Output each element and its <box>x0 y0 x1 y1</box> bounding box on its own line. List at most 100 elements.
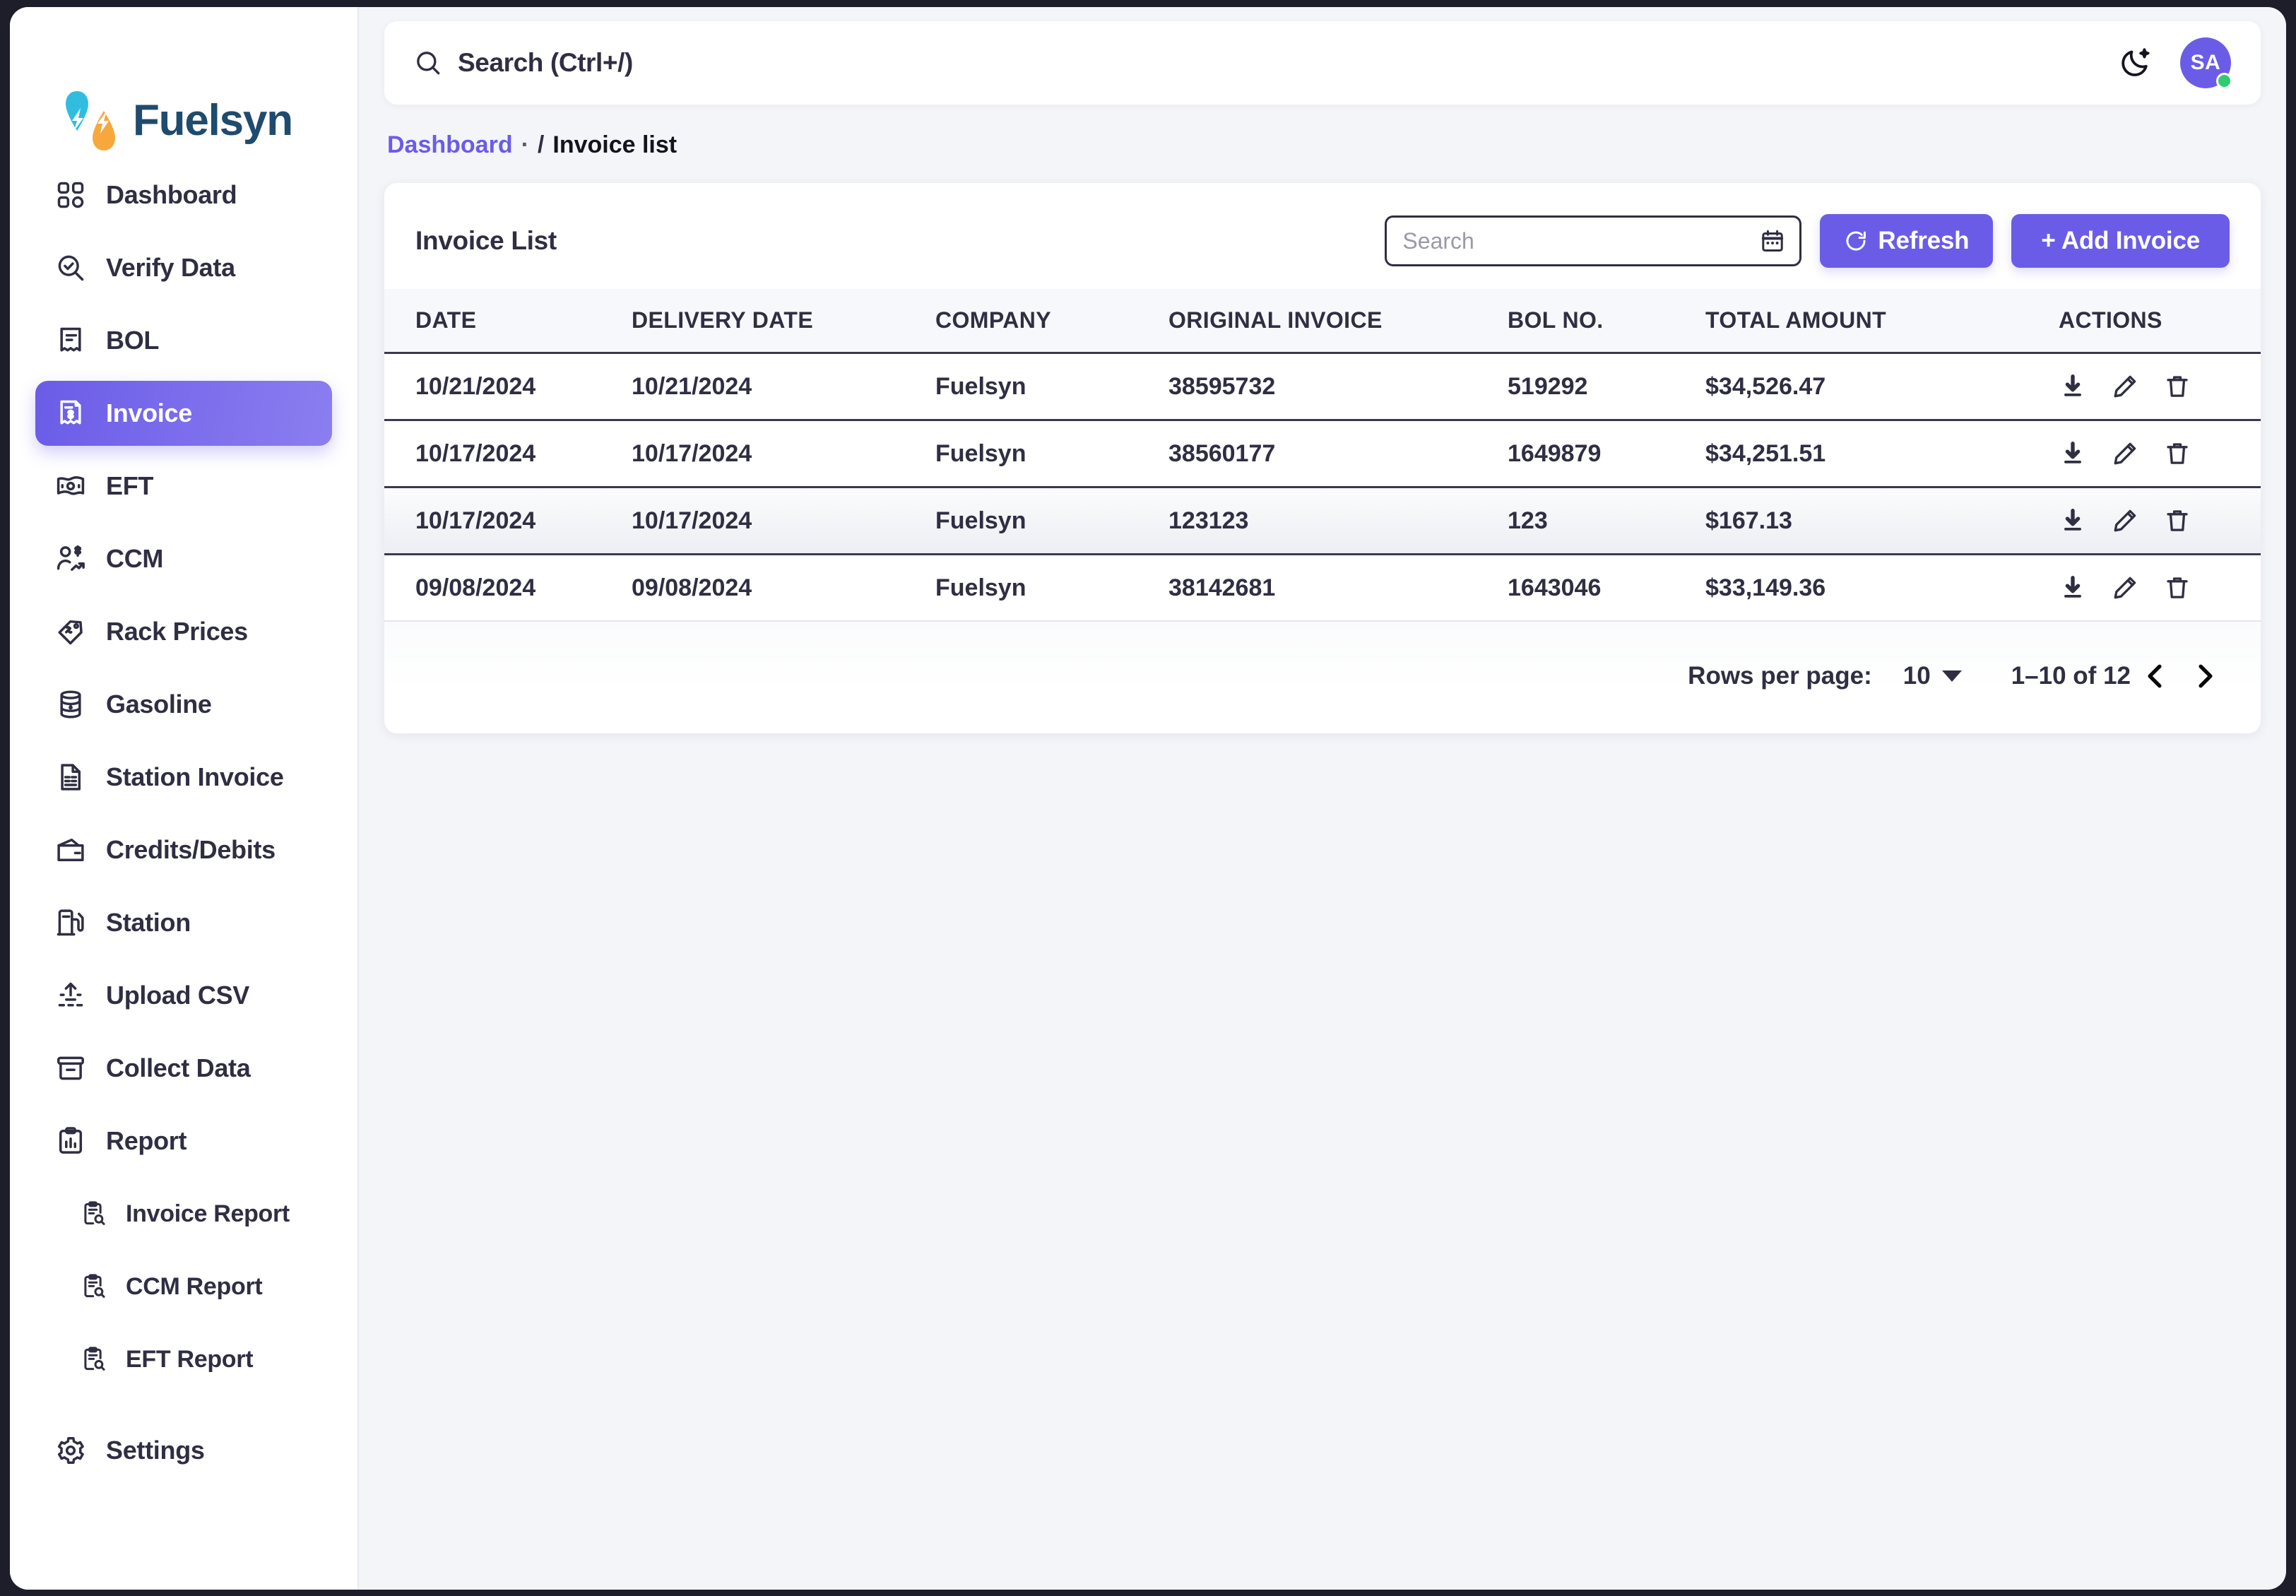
column-header-date[interactable]: DATE <box>384 289 632 354</box>
table-search-input[interactable]: Search <box>1385 215 1802 266</box>
sidebar-item-label: Credits/Debits <box>106 835 276 864</box>
cell-original-invoice: 38595732 <box>1168 353 1508 421</box>
column-header-bol-no[interactable]: BOL NO. <box>1508 289 1705 354</box>
clipboard-search-icon <box>79 1345 107 1373</box>
edit-icon[interactable] <box>2111 574 2139 602</box>
table-header: DATE DELIVERY DATE COMPANY ORIGINAL INVO… <box>384 289 2261 354</box>
sidebar-item-invoice-report[interactable]: Invoice Report <box>35 1181 332 1246</box>
avatar[interactable]: SA <box>2180 37 2232 89</box>
top-bar-actions: SA <box>2117 37 2232 89</box>
download-icon[interactable] <box>2059 574 2087 602</box>
sidebar-item-dashboard[interactable]: Dashboard <box>35 162 332 227</box>
delete-icon[interactable] <box>2163 574 2191 602</box>
column-header-total-amount[interactable]: TOTAL AMOUNT <box>1705 289 2059 354</box>
sidebar-item-gasoline[interactable]: Gasoline <box>35 672 332 737</box>
cell-company: Fuelsyn <box>935 353 1168 421</box>
brand-logo[interactable]: Fuelsyn <box>10 7 357 158</box>
breadcrumb: Dashboard · / Invoice list <box>384 105 2261 183</box>
column-header-original-invoice[interactable]: ORIGINAL INVOICE <box>1168 289 1508 354</box>
sidebar-item-label: Station Invoice <box>106 762 284 791</box>
sidebar-item-station[interactable]: Station <box>35 890 332 955</box>
sidebar-item-settings[interactable]: Settings <box>35 1418 332 1483</box>
delete-icon[interactable] <box>2163 372 2191 401</box>
cell-actions <box>2059 353 2261 421</box>
cell-actions <box>2059 420 2261 488</box>
cell-date: 10/17/2024 <box>384 420 632 488</box>
add-invoice-button[interactable]: + Add Invoice <box>2011 214 2230 268</box>
search-icon <box>414 49 442 77</box>
fuelsyn-logo-icon <box>65 90 117 152</box>
sidebar-item-label: Collect Data <box>106 1053 251 1082</box>
sidebar-item-verify-data[interactable]: Verify Data <box>35 235 332 300</box>
column-header-company[interactable]: COMPANY <box>935 289 1168 354</box>
table-header-row: DATE DELIVERY DATE COMPANY ORIGINAL INVO… <box>384 289 2261 354</box>
sidebar-item-ccm-report[interactable]: CCM Report <box>35 1254 332 1319</box>
delete-icon[interactable] <box>2163 439 2191 468</box>
sidebar-item-upload-csv[interactable]: Upload CSV <box>35 963 332 1028</box>
sidebar-item-credits-debits[interactable]: Credits/Debits <box>35 817 332 882</box>
sidebar-item-ccm[interactable]: CCM <box>35 526 332 591</box>
brand-name: Fuelsyn <box>133 96 293 145</box>
sidebar-item-label: Verify Data <box>106 253 235 282</box>
archive-icon <box>54 1051 88 1085</box>
previous-page-button[interactable] <box>2131 651 2180 701</box>
cell-original-invoice: 38560177 <box>1168 420 1508 488</box>
sidebar-item-collect-data[interactable]: Collect Data <box>35 1036 332 1101</box>
rows-per-page-select[interactable]: 10 <box>1903 662 1962 690</box>
refresh-button[interactable]: Refresh <box>1820 214 1994 268</box>
breadcrumb-dashboard-link[interactable]: Dashboard <box>387 131 513 159</box>
table-row[interactable]: 10/17/2024 10/17/2024 Fuelsyn 38560177 1… <box>384 420 2261 488</box>
download-icon[interactable] <box>2059 439 2087 468</box>
column-header-delivery-date[interactable]: DELIVERY DATE <box>632 289 935 354</box>
sidebar-item-label: CCM Report <box>126 1272 263 1300</box>
sidebar-item-label: BOL <box>106 326 160 355</box>
breadcrumb-current: Invoice list <box>552 131 677 158</box>
dark-mode-toggle[interactable] <box>2117 44 2155 82</box>
next-page-button[interactable] <box>2180 651 2230 701</box>
table-row[interactable]: 09/08/2024 09/08/2024 Fuelsyn 38142681 1… <box>384 554 2261 622</box>
edit-icon[interactable] <box>2111 372 2139 401</box>
download-icon[interactable] <box>2059 507 2087 535</box>
cell-date: 10/17/2024 <box>384 487 632 555</box>
sidebar-item-label: Rack Prices <box>106 617 248 646</box>
edit-icon[interactable] <box>2111 439 2139 468</box>
table-row[interactable]: 10/21/2024 10/21/2024 Fuelsyn 38595732 5… <box>384 353 2261 421</box>
cell-delivery-date: 09/08/2024 <box>632 554 935 622</box>
oil-barrel-icon <box>54 687 88 721</box>
sidebar-item-label: CCM <box>106 544 164 573</box>
sidebar-item-label: Station <box>106 908 191 937</box>
page-title: Invoice List <box>415 226 557 255</box>
sidebar-item-eft[interactable]: EFT <box>35 454 332 519</box>
sidebar-item-report[interactable]: Report <box>35 1109 332 1174</box>
refresh-icon <box>1844 229 1868 253</box>
column-header-actions: ACTIONS <box>2059 289 2261 354</box>
add-invoice-button-label: + Add Invoice <box>2041 227 2200 254</box>
download-icon[interactable] <box>2059 372 2087 401</box>
sidebar-item-station-invoice[interactable]: Station Invoice <box>35 745 332 810</box>
main-content: Search (Ctrl+/) SA Dashboard · / Invoice… <box>359 7 2286 1590</box>
sidebar-item-bol[interactable]: BOL <box>35 308 332 373</box>
grid-icon <box>54 178 88 212</box>
chevron-right-icon <box>2189 661 2220 692</box>
gear-icon <box>54 1434 88 1467</box>
cell-delivery-date: 10/21/2024 <box>632 353 935 421</box>
sidebar-item-invoice[interactable]: Invoice <box>35 381 332 446</box>
fuel-pump-icon <box>54 906 88 940</box>
invoice-list-card: Invoice List Search Refresh + Add Invoic… <box>384 183 2261 733</box>
moon-icon <box>2119 46 2153 80</box>
cell-total-amount: $167.13 <box>1705 487 2059 555</box>
sidebar-item-label: Invoice <box>106 398 192 427</box>
global-search-placeholder: Search (Ctrl+/) <box>458 48 633 77</box>
delete-icon[interactable] <box>2163 507 2191 535</box>
sidebar-item-rack-prices[interactable]: Rack Prices <box>35 599 332 664</box>
cell-delivery-date: 10/17/2024 <box>632 420 935 488</box>
edit-icon[interactable] <box>2111 507 2139 535</box>
sidebar-item-label: Invoice Report <box>126 1200 290 1227</box>
breadcrumb-slash: / <box>537 131 545 158</box>
global-search-input[interactable]: Search (Ctrl+/) <box>414 48 2117 78</box>
table-row[interactable]: 10/17/2024 10/17/2024 Fuelsyn 123123 123… <box>384 487 2261 555</box>
calendar-icon[interactable] <box>1760 228 1785 254</box>
cell-company: Fuelsyn <box>935 420 1168 488</box>
sidebar-item-eft-report[interactable]: EFT Report <box>35 1327 332 1392</box>
sidebar-item-label: Settings <box>106 1436 205 1465</box>
